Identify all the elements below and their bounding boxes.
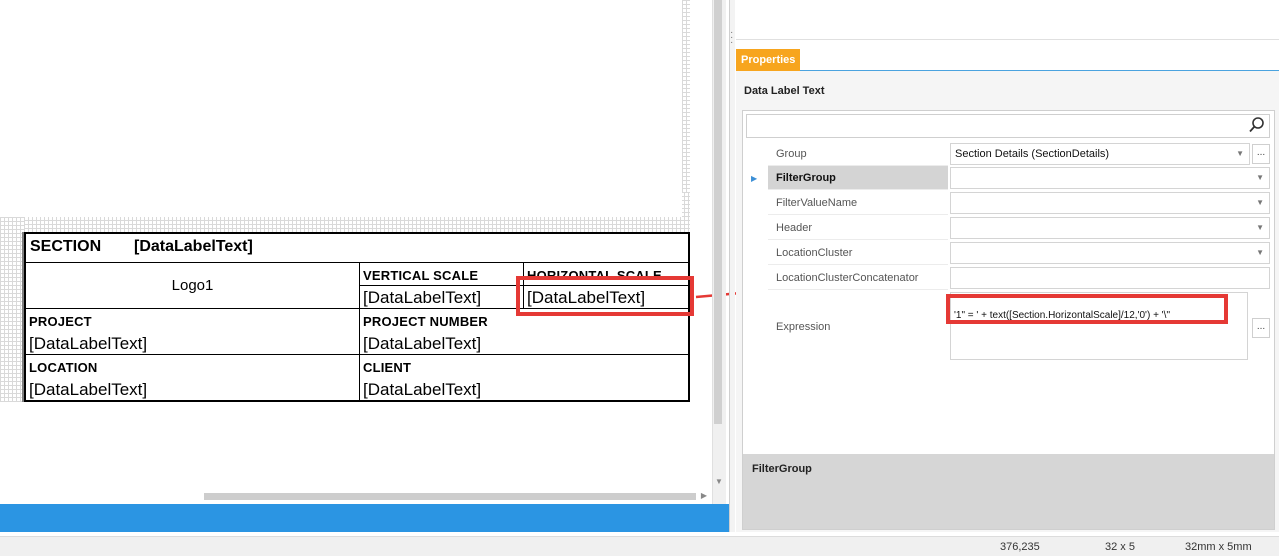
design-grid-margin: [0, 217, 24, 402]
tab-underline: [800, 70, 1279, 71]
project-number-label[interactable]: PROJECT NUMBER: [363, 314, 488, 329]
property-value-group[interactable]: Section Details (SectionDetails) ▼: [950, 143, 1250, 165]
property-search-input[interactable]: [746, 114, 1270, 138]
designer-vertical-scroll-thumb[interactable]: [714, 0, 722, 424]
property-value-filtervaluename[interactable]: ▼: [950, 192, 1270, 214]
properties-panel-title: Data Label Text: [744, 85, 825, 97]
vertical-scale-label-cell: VERTICAL SCALE: [359, 263, 523, 286]
client-label-cell: CLIENT: [359, 355, 688, 378]
expression-ellipsis-button[interactable]: ...: [1252, 318, 1270, 338]
dropdown-arrow-icon[interactable]: ▼: [1256, 193, 1264, 213]
property-value-header[interactable]: ▼: [950, 217, 1270, 239]
project-value-cell: [DataLabelText]: [26, 332, 359, 355]
property-name-header[interactable]: Header: [768, 216, 948, 240]
project-label[interactable]: PROJECT: [29, 314, 92, 329]
page-area: [0, 192, 682, 217]
location-value-cell: [DataLabelText]: [26, 378, 359, 400]
vertical-scale-label[interactable]: VERTICAL SCALE: [363, 268, 478, 283]
properties-top-area: [736, 0, 1279, 40]
project-value[interactable]: [DataLabelText]: [29, 334, 147, 354]
scroll-down-arrow-icon[interactable]: ▼: [712, 476, 726, 488]
property-description-title: FilterGroup: [752, 463, 812, 475]
dropdown-arrow-icon[interactable]: ▼: [1256, 243, 1264, 263]
property-name-locationcluster[interactable]: LocationCluster: [768, 241, 948, 265]
logo-placeholder[interactable]: Logo1: [26, 277, 359, 294]
project-label-cell: PROJECT: [26, 309, 359, 332]
vertical-scale-value-cell: [DataLabelText]: [359, 286, 523, 309]
designer-footer-bar: [0, 504, 729, 532]
horizontal-scale-highlight-box: [516, 276, 694, 316]
status-size-mm: 32mm x 5mm: [1185, 541, 1252, 553]
row-selected-marker-icon: ▶: [751, 174, 758, 183]
client-label[interactable]: CLIENT: [363, 360, 411, 375]
property-value-locationclusterconcatenator[interactable]: [950, 267, 1270, 289]
property-name-filtergroup[interactable]: FilterGroup: [768, 166, 948, 190]
project-number-value[interactable]: [DataLabelText]: [363, 334, 481, 354]
tab-properties[interactable]: Properties: [736, 49, 800, 71]
group-ellipsis-button[interactable]: ...: [1252, 144, 1270, 164]
section-value[interactable]: [DataLabelText]: [134, 238, 253, 256]
client-value[interactable]: [DataLabelText]: [363, 380, 481, 400]
dropdown-arrow-icon[interactable]: ▼: [1256, 218, 1264, 238]
dropdown-arrow-icon[interactable]: ▼: [1236, 144, 1244, 164]
section-row: [26, 234, 688, 263]
expression-highlight-box: [946, 294, 1228, 324]
section-label[interactable]: SECTION: [30, 238, 101, 256]
status-size-grid: 32 x 5: [1105, 541, 1135, 553]
status-position: 376,235: [1000, 541, 1040, 553]
project-number-value-cell: [DataLabelText]: [359, 332, 688, 355]
property-value-group-text: Section Details (SectionDetails): [955, 148, 1110, 160]
search-icon[interactable]: [1248, 116, 1266, 134]
property-name-expression[interactable]: Expression: [768, 291, 948, 363]
property-name-group[interactable]: Group: [768, 142, 948, 166]
scroll-right-arrow-icon[interactable]: ▶: [698, 490, 710, 502]
property-name-locationclusterconcatenator[interactable]: LocationClusterConcatenator: [768, 266, 948, 290]
title-block-table[interactable]: SECTION [DataLabelText] Logo1 VERTICAL S…: [24, 232, 690, 402]
location-label-cell: LOCATION: [26, 355, 359, 378]
panel-splitter[interactable]: [729, 0, 735, 532]
design-grid-edge: [682, 0, 690, 192]
location-label[interactable]: LOCATION: [29, 360, 98, 375]
vertical-scale-value[interactable]: [DataLabelText]: [363, 288, 481, 308]
client-value-cell: [DataLabelText]: [359, 378, 688, 400]
property-description-area: [743, 454, 1274, 529]
designer-horizontal-scroll-thumb[interactable]: [204, 493, 696, 500]
splitter-grip-icon[interactable]: · · ·: [730, 28, 734, 48]
status-bar: [0, 536, 1279, 556]
property-value-filtergroup[interactable]: ▼: [950, 167, 1270, 189]
property-name-filtervaluename[interactable]: FilterValueName: [768, 191, 948, 215]
property-value-locationcluster[interactable]: ▼: [950, 242, 1270, 264]
dropdown-arrow-icon[interactable]: ▼: [1256, 168, 1264, 188]
location-value[interactable]: [DataLabelText]: [29, 380, 147, 400]
